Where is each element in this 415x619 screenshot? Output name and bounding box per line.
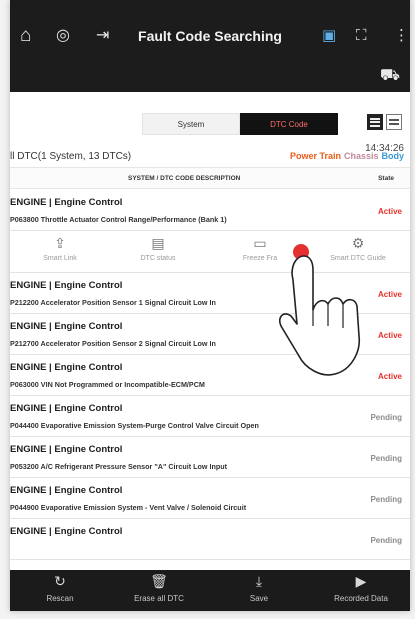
smart-link-button[interactable]: ⇪ Smart Link — [15, 235, 105, 262]
app-frame: ⌂ ◎ ⇥ Fault Code Searching ▣ ⛶ ⋮ ⛟ Syste… — [10, 0, 410, 611]
dtc-list: ENGINE | Engine Control P063800 Throttle… — [10, 190, 410, 560]
freeze-frame-button[interactable]: ▭ Freeze Fra — [215, 235, 305, 262]
tab-dtc-code[interactable]: DTC Code — [240, 113, 338, 135]
dtc-row[interactable]: ENGINE | Engine Control P212700 Accelera… — [10, 314, 410, 355]
trash-icon: 🗑 — [150, 573, 168, 589]
dtc-system: ENGINE | Engine Control — [10, 197, 123, 208]
dtc-system: ENGINE | Engine Control — [10, 403, 123, 414]
erase-all-dtc-button[interactable]: 🗑 Erase all DTC — [114, 573, 204, 603]
filter-power-train[interactable]: Power Train — [290, 151, 341, 161]
top-bar: ⌂ ◎ ⇥ Fault Code Searching ▣ ⛶ ⋮ — [10, 0, 410, 58]
report-icon[interactable]: ▣ — [322, 26, 336, 45]
list-view-icon[interactable] — [367, 114, 383, 130]
sub-bar: ⛟ — [10, 58, 410, 92]
dtc-row[interactable]: ENGINE | Engine Control P053200 A/C Refr… — [10, 437, 410, 478]
dtc-state: Active — [377, 207, 402, 216]
column-description: SYSTEM / DTC CODE DESCRIPTION — [128, 175, 241, 182]
dtc-row[interactable]: ENGINE | Engine Control Pending — [10, 519, 410, 560]
dtc-system: ENGINE | Engine Control — [10, 321, 123, 332]
more-icon[interactable]: ⋮ — [394, 26, 409, 45]
view-toggle — [367, 114, 402, 130]
dtc-code: P053200 A/C Refrigerant Pressure Sensor … — [10, 462, 228, 471]
share-icon: ⇪ — [54, 235, 66, 251]
dtc-actions: ⇪ Smart Link ▤ DTC status ▭ Freeze Fra ⚙… — [10, 231, 410, 273]
save-icon: ⤓ — [255, 573, 263, 589]
dtc-state: Pending — [370, 536, 402, 545]
dtc-code: P063800 Throttle Actuator Control Range/… — [10, 215, 227, 224]
dtc-status-button[interactable]: ▤ DTC status — [113, 235, 203, 262]
freeze-frame-icon: ▭ — [253, 235, 267, 251]
dtc-state: Active — [377, 372, 402, 381]
page-title: Fault Code Searching — [138, 28, 282, 44]
smart-dtc-guide-button[interactable]: ⚙ Smart DTC Guide — [313, 235, 403, 262]
dtc-state: Active — [377, 290, 402, 299]
dtc-code: P212200 Accelerator Position Sensor 1 Si… — [10, 298, 216, 307]
category-filters: Power Train Chassis Body — [290, 151, 404, 161]
dtc-code: P212700 Accelerator Position Sensor 2 Si… — [10, 339, 216, 348]
dtc-system: ENGINE | Engine Control — [10, 444, 123, 455]
dtc-summary: ll DTC(1 System, 13 DTCs) — [10, 151, 132, 162]
dtc-row[interactable]: ENGINE | Engine Control P044900 Evaporat… — [10, 478, 410, 519]
filter-chassis[interactable]: Chassis — [344, 151, 379, 161]
smart-guide-icon: ⚙ — [351, 235, 365, 251]
grid-view-icon[interactable] — [386, 114, 402, 130]
dtc-state: Pending — [370, 454, 402, 463]
dtc-status-icon: ▤ — [151, 235, 165, 251]
recorded-data-button[interactable]: ▶ Recorded Data — [316, 573, 406, 603]
dtc-row[interactable]: ENGINE | Engine Control P063800 Throttle… — [10, 190, 410, 231]
car-icon[interactable]: ⛟ — [380, 66, 400, 86]
rescan-icon: ↻ — [54, 573, 66, 589]
dtc-system: ENGINE | Engine Control — [10, 485, 123, 496]
dtc-row[interactable]: ENGINE | Engine Control P212200 Accelera… — [10, 273, 410, 314]
dtc-code: P044400 Evaporative Emission System-Purg… — [10, 421, 259, 430]
dtc-code: P044900 Evaporative Emission System - Ve… — [10, 503, 247, 512]
view-tabs: System DTC Code — [142, 113, 338, 135]
rescan-button[interactable]: ↻ Rescan — [15, 573, 105, 603]
dtc-system: ENGINE | Engine Control — [10, 362, 123, 373]
tab-system[interactable]: System — [142, 113, 240, 135]
dtc-code: P063000 VIN Not Programmed or Incompatib… — [10, 380, 205, 389]
bottom-toolbar: ↻ Rescan 🗑 Erase all DTC ⤓ Save ▶ Record… — [10, 570, 410, 611]
dtc-state: Pending — [370, 413, 402, 422]
dtc-row[interactable]: ENGINE | Engine Control P063000 VIN Not … — [10, 355, 410, 396]
save-button[interactable]: ⤓ Save — [214, 573, 304, 603]
dtc-state: Pending — [370, 495, 402, 504]
filter-body[interactable]: Body — [382, 151, 405, 161]
column-header: SYSTEM / DTC CODE DESCRIPTION State — [10, 167, 410, 189]
screenshot-icon[interactable]: ⛶ — [356, 26, 367, 45]
dtc-row[interactable]: ENGINE | Engine Control P044400 Evaporat… — [10, 396, 410, 437]
dtc-system: ENGINE | Engine Control — [10, 526, 123, 537]
recorded-data-icon: ▶ — [355, 573, 367, 589]
dtc-state: Active — [377, 331, 402, 340]
column-state: State — [378, 175, 394, 182]
dtc-system: ENGINE | Engine Control — [10, 280, 123, 291]
